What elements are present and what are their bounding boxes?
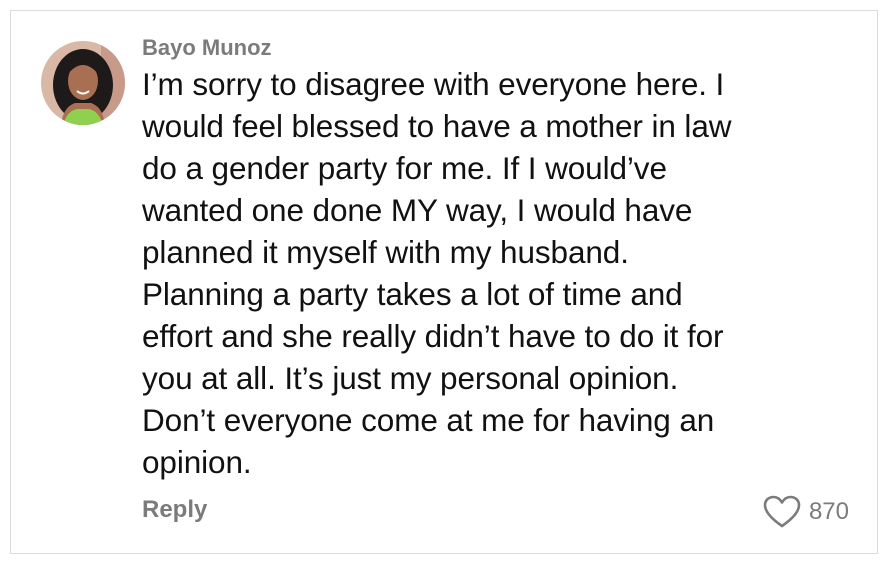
heart-icon[interactable] <box>763 495 801 529</box>
like-count: 870 <box>808 498 849 525</box>
comment-card: Bayo Munoz I’m sorry to disagree with ev… <box>10 10 878 554</box>
comment-author[interactable]: Bayo Munoz <box>142 35 272 61</box>
avatar-photo-icon <box>41 41 125 125</box>
avatar[interactable] <box>41 41 125 125</box>
comment-body: I’m sorry to disagree with everyone here… <box>142 66 732 480</box>
reply-button[interactable]: Reply <box>142 496 207 524</box>
like-button[interactable]: 870 <box>763 495 849 529</box>
